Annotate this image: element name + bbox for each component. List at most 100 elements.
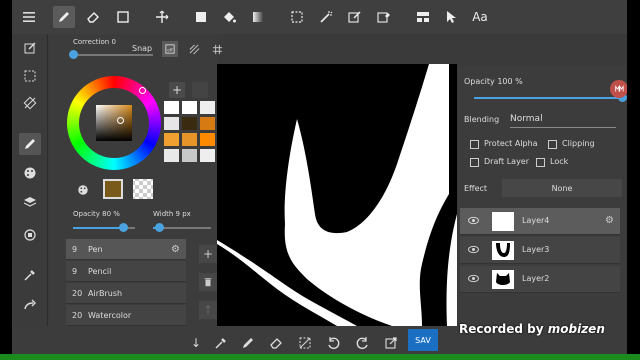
brush-name: Pencil: [88, 266, 112, 276]
layer-row[interactable]: Layer2: [460, 266, 620, 293]
magic-wand-icon[interactable]: [315, 6, 337, 28]
eraser-tool-icon[interactable]: [82, 6, 104, 28]
brush-settings-gear-icon[interactable]: ⚙: [171, 244, 180, 255]
color-palette-icon[interactable]: [19, 162, 41, 184]
effect-select[interactable]: None: [502, 179, 622, 197]
current-color-swatch[interactable]: [103, 179, 123, 199]
redo-icon[interactable]: [352, 332, 374, 354]
layer-thumbnail: [492, 241, 514, 260]
brush-size: 9: [72, 244, 78, 254]
brush-width-slider-knob[interactable]: [154, 223, 164, 232]
recorder-brand-logo: mobizen: [547, 322, 605, 336]
arrow-down-icon[interactable]: ↓: [185, 332, 207, 354]
brush-panel-icon[interactable]: [19, 133, 41, 155]
correction-slider-knob[interactable]: [69, 50, 78, 59]
save-button[interactable]: SAV: [408, 329, 438, 351]
edit-icon[interactable]: [19, 37, 41, 59]
share-icon[interactable]: [19, 294, 41, 316]
pen-bottom-icon[interactable]: [237, 332, 259, 354]
layer-row[interactable]: Layer3: [460, 237, 620, 264]
palette-swatch[interactable]: [182, 117, 197, 130]
bucket-tool-icon[interactable]: [218, 6, 240, 28]
layer-panel: Opacity 100 % Blending Normal Protect Al…: [458, 66, 627, 326]
snap-parallel-icon[interactable]: [186, 41, 202, 57]
select-rect-icon[interactable]: [286, 6, 308, 28]
select-eraser-icon[interactable]: [373, 6, 395, 28]
brush-list-item[interactable]: 9 Pen ⚙: [66, 239, 186, 260]
eyedropper-icon[interactable]: [19, 264, 41, 286]
brush-size: 20: [72, 310, 83, 320]
protect-alpha-checkbox[interactable]: [470, 140, 479, 149]
palette-swatch[interactable]: [182, 149, 197, 162]
brush-name: Pen: [88, 244, 103, 254]
left-rail: [12, 34, 48, 360]
brush-list-item[interactable]: 9 Pencil: [66, 261, 186, 282]
palette-swatch[interactable]: [200, 149, 215, 162]
layer-name: Layer3: [522, 245, 550, 254]
material-icon[interactable]: [19, 224, 41, 246]
record-overlay-icon[interactable]: [610, 80, 627, 98]
palette-swatch[interactable]: [164, 117, 179, 130]
eyedropper-small-icon[interactable]: [73, 180, 93, 200]
transparent-color-swatch[interactable]: [133, 179, 153, 199]
palette-swatch[interactable]: [182, 101, 197, 114]
palette-swatch[interactable]: [182, 133, 197, 146]
select-frame-icon[interactable]: [19, 65, 41, 87]
pointer-icon[interactable]: [440, 6, 462, 28]
export-icon[interactable]: [380, 332, 402, 354]
blending-select[interactable]: Normal: [510, 114, 616, 128]
hue-picker-dot[interactable]: [139, 87, 146, 94]
select-pen-icon[interactable]: [344, 6, 366, 28]
delete-color-button[interactable]: [192, 82, 208, 98]
visibility-eye-icon[interactable]: [468, 216, 480, 226]
layer-settings-gear-icon[interactable]: ⚙: [605, 215, 614, 226]
drawing-canvas[interactable]: [217, 64, 457, 326]
gradient-tool-icon[interactable]: [247, 6, 269, 28]
rotate-canvas-icon[interactable]: [19, 92, 41, 114]
palette-swatch[interactable]: [200, 117, 215, 130]
add-brush-button[interactable]: +: [199, 245, 217, 263]
eraser-bottom-icon[interactable]: [265, 332, 287, 354]
brush-name: AirBrush: [88, 288, 123, 298]
shape-tool-icon[interactable]: [112, 6, 134, 28]
text-tool-icon[interactable]: Aa: [469, 6, 491, 28]
snap-grid-icon[interactable]: [209, 41, 225, 57]
layer-opacity-slider-fill: [474, 97, 622, 99]
brush-list-item[interactable]: 20 Watercolor: [66, 305, 186, 326]
palette-swatch[interactable]: [200, 133, 215, 146]
draft-layer-label: Draft Layer: [484, 157, 530, 166]
pen-tool-icon[interactable]: [53, 6, 75, 28]
eyedropper-bottom-icon[interactable]: [210, 332, 232, 354]
palette-swatch[interactable]: [164, 149, 179, 162]
brush-list-item[interactable]: 20 AirBrush: [66, 283, 186, 304]
correction-slider-track[interactable]: [73, 54, 153, 56]
layout-icon[interactable]: [412, 6, 434, 28]
delete-brush-button[interactable]: [199, 273, 217, 291]
move-tool-icon[interactable]: [151, 6, 173, 28]
layer-row[interactable]: Layer4 ⚙: [460, 208, 620, 235]
move-brush-up-icon[interactable]: ↑: [199, 301, 217, 319]
saturation-value-square[interactable]: [96, 105, 132, 141]
menu-icon[interactable]: [18, 6, 40, 28]
layer-name: Layer4: [522, 216, 550, 225]
snap-off-icon[interactable]: off: [162, 41, 178, 57]
palette-swatch[interactable]: [164, 101, 179, 114]
layers-icon[interactable]: [19, 191, 41, 213]
lock-checkbox[interactable]: [536, 158, 545, 167]
brush-opacity-slider-knob[interactable]: [118, 223, 128, 232]
undo-icon[interactable]: [322, 332, 344, 354]
clear-selection-icon[interactable]: [294, 332, 316, 354]
brush-size: 20: [72, 288, 83, 298]
visibility-eye-icon[interactable]: [468, 274, 480, 284]
color-picker-dot[interactable]: [117, 117, 124, 124]
brush-width-label: Width 9 px: [153, 210, 191, 218]
brush-name: Watercolor: [88, 310, 132, 320]
fill-rect-tool-icon[interactable]: [190, 6, 212, 28]
brush-opacity-slider-fill: [73, 227, 123, 229]
clipping-checkbox[interactable]: [548, 140, 557, 149]
draft-layer-checkbox[interactable]: [470, 158, 479, 167]
visibility-eye-icon[interactable]: [468, 245, 480, 255]
palette-swatch[interactable]: [200, 101, 215, 114]
palette-swatch[interactable]: [164, 133, 179, 146]
add-color-button[interactable]: +: [169, 82, 185, 98]
